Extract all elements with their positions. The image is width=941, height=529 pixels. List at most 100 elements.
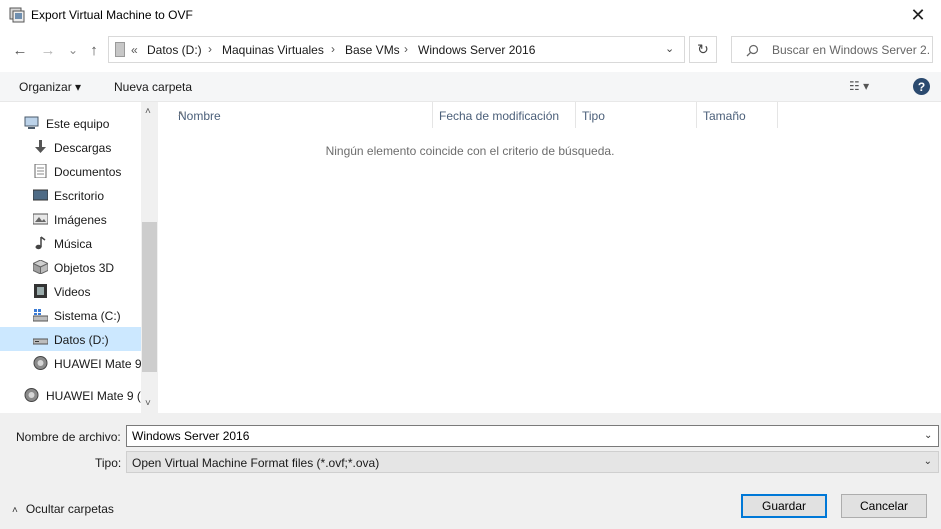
cancel-button[interactable]: Cancelar <box>841 494 927 518</box>
scroll-up-icon[interactable]: ˄ <box>145 106 151 117</box>
filename-field[interactable] <box>126 425 939 447</box>
new-folder-button[interactable]: Nueva carpeta <box>114 80 192 94</box>
nav-item-sistema-c[interactable]: Sistema (C:) <box>0 303 141 327</box>
system-drive-icon <box>33 309 48 322</box>
column-header-fecha[interactable]: Fecha de modificación <box>433 102 575 128</box>
nav-label: Datos (D:) <box>54 333 109 347</box>
nav-label: HUAWEI Mate 9 <box>54 357 142 371</box>
nav-item-descargas[interactable]: Descargas <box>0 135 141 159</box>
nav-label: Documentos <box>54 165 122 179</box>
scroll-down-icon[interactable]: ˅ <box>145 398 151 409</box>
phone-icon <box>33 356 48 370</box>
up-button[interactable]: ↑ <box>83 40 105 60</box>
breadcrumb-separator-icon[interactable]: › <box>208 42 212 56</box>
arrow-right-icon: → <box>40 41 56 59</box>
column-header-label: Tamaño <box>703 109 746 123</box>
organize-menu-button[interactable]: Organizar ▾ <box>19 80 81 94</box>
title-bar: Export Virtual Machine to OVF ✕ <box>0 0 941 30</box>
column-header-nombre[interactable]: Nombre ˄ <box>172 102 432 128</box>
nav-label: Videos <box>54 285 91 299</box>
computer-icon <box>24 116 39 129</box>
arrow-left-icon: ← <box>12 41 28 59</box>
column-header-label: Fecha de modificación <box>439 109 560 123</box>
nav-item-objetos-3d[interactable]: Objetos 3D <box>0 255 141 279</box>
nav-item-escritorio[interactable]: Escritorio <box>0 183 141 207</box>
view-options-button[interactable]: ☷ ▾ <box>849 79 869 93</box>
breadcrumb-item-base-vms[interactable]: Base VMs <box>345 43 400 57</box>
filename-history-dropdown-icon[interactable]: ⌄ <box>924 430 932 441</box>
refresh-button[interactable]: ↻ <box>689 36 717 63</box>
refresh-icon: ↻ <box>697 41 709 57</box>
nav-label: Imágenes <box>54 213 107 227</box>
nav-pane-scrollbar[interactable]: ˄ ˅ <box>141 102 158 413</box>
pictures-icon <box>33 213 48 225</box>
search-placeholder: Buscar en Windows Server 2... <box>772 43 930 57</box>
nav-item-este-equipo[interactable]: Este equipo <box>0 111 141 135</box>
hide-folders-button[interactable]: ˄ Ocultar carpetas <box>12 502 114 516</box>
nav-item-documentos[interactable]: Documentos <box>0 159 141 183</box>
desktop-icon <box>33 189 48 201</box>
breadcrumb-separator-icon[interactable]: › <box>331 42 335 56</box>
video-icon <box>34 284 47 298</box>
export-vm-icon <box>9 7 25 23</box>
nav-item-datos-d[interactable]: Datos (D:) <box>0 327 141 351</box>
nav-label: HUAWEI Mate 9 (E <box>46 389 149 403</box>
filename-label: Nombre de archivo: <box>16 430 121 444</box>
search-input[interactable]: Buscar en Windows Server 2... <box>731 36 933 63</box>
navigation-pane: Este equipo Descargas Documentos Escrito… <box>0 102 158 413</box>
close-icon: ✕ <box>910 4 926 25</box>
column-header-tipo[interactable]: Tipo <box>576 102 696 128</box>
nav-label: Sistema (C:) <box>54 309 121 323</box>
column-header-label: Tipo <box>582 109 605 123</box>
help-button[interactable]: ? <box>913 78 930 95</box>
nav-item-imagenes[interactable]: Imágenes <box>0 207 141 231</box>
cube-icon <box>33 260 48 274</box>
breadcrumb-item-windows-server-2016[interactable]: Windows Server 2016 <box>418 43 535 57</box>
chevron-down-icon: ⌄ <box>67 43 79 57</box>
nav-label: Este equipo <box>46 117 110 131</box>
nav-label: Escritorio <box>54 189 105 203</box>
window-title: Export Virtual Machine to OVF <box>31 8 193 22</box>
chevron-up-icon: ˄ <box>12 505 18 516</box>
sort-ascending-icon: ˄ <box>178 109 184 120</box>
help-icon: ? <box>917 79 926 94</box>
scrollbar-thumb[interactable] <box>142 222 157 372</box>
breadcrumb-overflow[interactable]: « <box>131 43 138 57</box>
close-button[interactable]: ✕ <box>895 0 941 30</box>
file-type-select[interactable]: Open Virtual Machine Format files (*.ovf… <box>126 451 939 473</box>
nav-item-musica[interactable]: Música <box>0 231 141 255</box>
forward-button[interactable]: → <box>37 40 59 60</box>
address-bar[interactable]: « Datos (D:) › Maquinas Virtuales › Base… <box>108 36 685 63</box>
drive-icon <box>33 338 48 345</box>
chevron-down-icon: ⌄ <box>923 456 932 467</box>
column-divider[interactable] <box>777 102 778 128</box>
nav-label: Objetos 3D <box>54 261 115 275</box>
music-icon <box>35 236 46 250</box>
file-list[interactable]: Nombre ˄ Fecha de modificación Tipo Tama… <box>158 102 941 413</box>
nav-label: Música <box>54 237 93 251</box>
arrow-up-icon: ↑ <box>90 41 98 59</box>
empty-folder-message: Ningún elemento coincide con el criterio… <box>325 144 615 158</box>
download-icon <box>35 140 46 153</box>
column-header-tamano[interactable]: Tamaño <box>697 102 777 128</box>
search-icon <box>746 44 759 57</box>
breadcrumb-separator-icon[interactable]: › <box>404 42 408 56</box>
folder-icon <box>115 42 125 57</box>
nav-label: Descargas <box>54 141 112 155</box>
file-type-label: Tipo: <box>95 456 122 470</box>
nav-item-huawei-mate-9-e[interactable]: HUAWEI Mate 9 (E <box>0 383 149 407</box>
column-header-label: Nombre <box>178 109 221 123</box>
nav-item-huawei-mate-9[interactable]: HUAWEI Mate 9 <box>0 351 142 375</box>
breadcrumb-item-maquinas-virtuales[interactable]: Maquinas Virtuales <box>222 43 324 57</box>
nav-item-videos[interactable]: Videos <box>0 279 141 303</box>
recent-locations-button[interactable]: ⌄ <box>62 40 84 60</box>
save-button[interactable]: Guardar <box>741 494 827 518</box>
file-type-value: Open Virtual Machine Format files (*.ovf… <box>132 456 380 470</box>
back-button[interactable]: ← <box>9 40 31 60</box>
document-icon <box>34 164 47 178</box>
breadcrumb-item-datos[interactable]: Datos (D:) <box>147 43 202 57</box>
save-options-panel: Nombre de archivo: ⌄ Tipo: Open Virtual … <box>0 413 941 529</box>
address-history-dropdown-icon[interactable]: ⌄ <box>665 42 674 55</box>
command-toolbar: Organizar ▾ Nueva carpeta ☷ ▾ ? <box>0 72 941 102</box>
hide-folders-label: Ocultar carpetas <box>25 502 114 516</box>
